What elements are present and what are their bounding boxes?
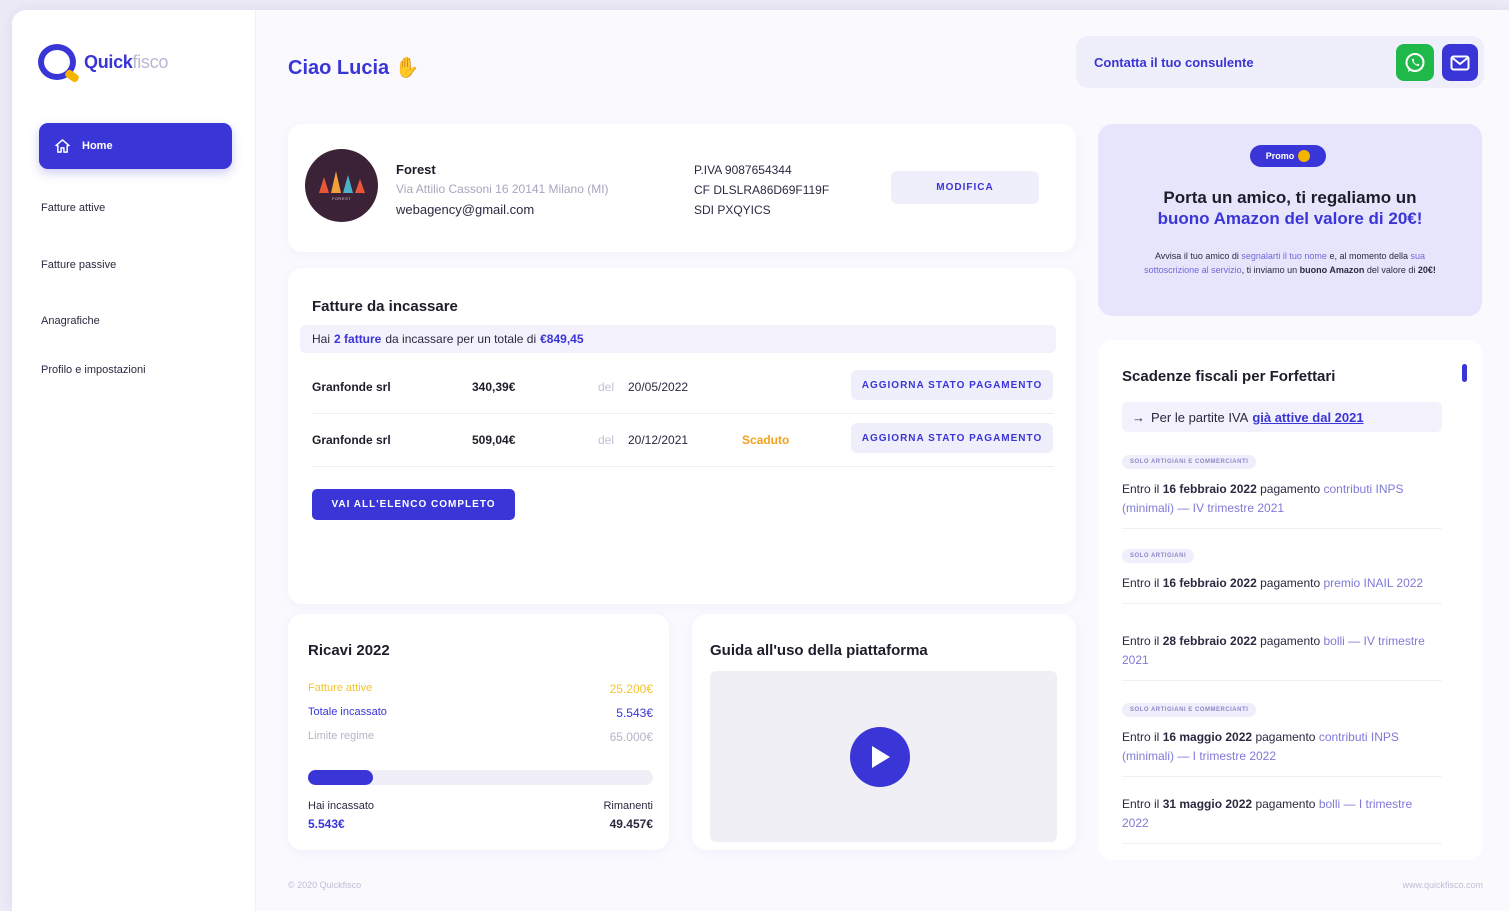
wave-icon: ✋: [394, 57, 420, 79]
sidebar-item-anagrafiche[interactable]: Anagrafiche: [41, 315, 100, 327]
video-player[interactable]: [710, 671, 1057, 842]
table-row: Granfonde srl 509,04€ del 20/12/2021 Sca…: [312, 415, 1054, 467]
category-tag: SOLO ARTIGIANI: [1122, 549, 1195, 563]
revenue-progress-bar: [308, 770, 653, 785]
forest-logo-icon: [318, 170, 365, 193]
deadlines-filter: → Per le partite IVA già attive dal 2021: [1122, 402, 1442, 432]
play-button[interactable]: [850, 727, 910, 787]
promo-headline: Porta un amico, ti regaliamo un: [1163, 188, 1417, 207]
play-icon: [872, 746, 890, 768]
app-window: Quickfisco Home Fatture attive Fatture p…: [12, 10, 1509, 911]
company-sdi: SDI PXQYICS: [694, 203, 771, 217]
sunglasses-emoji-icon: [1298, 150, 1311, 162]
sidebar-item-fatture-attive[interactable]: Fatture attive: [41, 202, 105, 214]
invoice-client: Granfonde srl: [312, 380, 391, 394]
email-button[interactable]: [1442, 44, 1478, 81]
revenue-line-collected: Totale incassato 5.543€: [308, 706, 653, 720]
list-item: SOLO ARTIGIANI E COMMERCIANTI Entro il 1…: [1122, 450, 1442, 529]
remaining-summary: Rimanenti 49.457€: [603, 800, 653, 831]
invoice-amount: 340,39€: [472, 380, 516, 394]
overdue-badge: Scaduto: [742, 433, 790, 447]
category-tag: SOLO ARTIGIANI E COMMERCIANTI: [1122, 455, 1257, 469]
invoices-total: €849,45: [540, 332, 584, 346]
revenue-title: Ricavi 2022: [308, 642, 390, 659]
invoices-count[interactable]: 2 fatture: [334, 332, 381, 346]
invoice-amount: 509,04€: [472, 433, 516, 447]
company-piva: P.IVA 9087654344: [694, 163, 792, 177]
list-item: SOLO ARTIGIANI E COMMERCIANTI Entro il 1…: [1122, 698, 1442, 777]
list-item: Entro il 28 febbraio 2022 pagamento boll…: [1122, 632, 1442, 681]
avatar-caption: FOREST: [331, 195, 352, 201]
company-cf: CF DLSLRA86D69F119F: [694, 183, 830, 197]
home-icon: [55, 139, 70, 153]
profile-card: FOREST Forest Via Attilio Cassoni 16 201…: [288, 124, 1076, 252]
invoices-title: Fatture da incassare: [312, 298, 458, 315]
table-row: Granfonde srl 340,39€ del 20/05/2022 AGG…: [312, 362, 1054, 414]
sidebar-item-fatture-passive[interactable]: Fatture passive: [41, 259, 116, 271]
tax-deadlines-panel: Scadenze fiscali per Forfettari → Per le…: [1098, 340, 1482, 860]
promo-body: Avvisa il tuo amico di segnalarti il tuo…: [1144, 251, 1436, 275]
full-list-button[interactable]: VAI ALL'ELENCO COMPLETO: [312, 489, 515, 520]
sidebar-item-profilo[interactable]: Profilo e impostazioni: [41, 364, 146, 376]
list-item: SOLO ARTIGIANI Entro il 16 febbraio 2022…: [1122, 544, 1442, 604]
footer-site-link[interactable]: www.quickfisco.com: [1402, 880, 1483, 890]
company-name: Forest: [396, 162, 436, 177]
mail-icon: [1450, 55, 1470, 70]
revenue-progress-fill: [308, 770, 373, 785]
revenue-card: Ricavi 2022 Fatture attive 25.200€ Totale…: [288, 614, 669, 850]
sidebar: Quickfisco Home Fatture attive Fatture p…: [12, 10, 256, 911]
collected-summary: Hai incassato 5.543€: [308, 800, 375, 831]
contact-label: Contatta il tuo consulente: [1094, 54, 1254, 70]
sidebar-item-home[interactable]: Home: [39, 123, 232, 169]
footer-copyright: © 2020 Quickfisco: [288, 880, 362, 890]
whatsapp-icon: [1405, 52, 1425, 72]
invoices-summary: Hai 2 fatture da incassare per un totale…: [300, 325, 1056, 353]
invoices-card: Fatture da incassare Hai 2 fatture da in…: [288, 268, 1076, 604]
page-title: Ciao Lucia ✋: [288, 57, 420, 79]
list-item: Entro il 31 maggio 2022 pagamento bolli …: [1122, 795, 1442, 844]
invoice-date: 20/12/2021: [628, 433, 689, 447]
promo-banner: Promo Porta un amico, ti regaliamo un bu…: [1098, 124, 1482, 316]
invoice-date-prefix: del: [598, 433, 615, 447]
guide-card: Guida all'uso della piattaforma: [692, 614, 1076, 850]
filter-link[interactable]: già attive dal 2021: [1252, 410, 1363, 425]
guide-title: Guida all'uso della piattaforma: [710, 642, 928, 659]
sidebar-item-label: Home: [82, 140, 113, 152]
invoice-date-prefix: del: [598, 380, 615, 394]
arrow-right-icon: →: [1132, 409, 1145, 425]
whatsapp-button[interactable]: [1396, 44, 1434, 81]
revenue-line-limit: Limite regime 65.000€: [308, 730, 653, 744]
invoice-date: 20/05/2022: [628, 380, 689, 394]
invoice-client: Granfonde srl: [312, 433, 391, 447]
promo-headline-accent: buono Amazon del valore di 20€!: [1157, 209, 1423, 228]
logo[interactable]: Quickfisco: [38, 44, 168, 80]
deadlines-title: Scadenze fiscali per Forfettari: [1122, 368, 1336, 385]
logo-icon: [38, 44, 76, 80]
edit-profile-button[interactable]: MODIFICA: [891, 171, 1039, 204]
scrollbar[interactable]: [1462, 364, 1467, 382]
promo-badge: Promo: [1250, 145, 1326, 167]
revenue-line-active: Fatture attive 25.200€: [308, 682, 653, 696]
contact-consultant-bar: Contatta il tuo consulente: [1076, 36, 1484, 88]
company-email: webagency@gmail.com: [396, 202, 535, 217]
update-payment-button[interactable]: AGGIORNA STATO PAGAMENTO: [851, 423, 1053, 453]
avatar: FOREST: [305, 149, 378, 222]
logo-text: Quickfisco: [84, 51, 169, 72]
company-address: Via Attilio Cassoni 16 20141 Milano (MI): [396, 182, 609, 196]
category-tag: SOLO ARTIGIANI E COMMERCIANTI: [1122, 703, 1257, 717]
update-payment-button[interactable]: AGGIORNA STATO PAGAMENTO: [851, 370, 1053, 400]
